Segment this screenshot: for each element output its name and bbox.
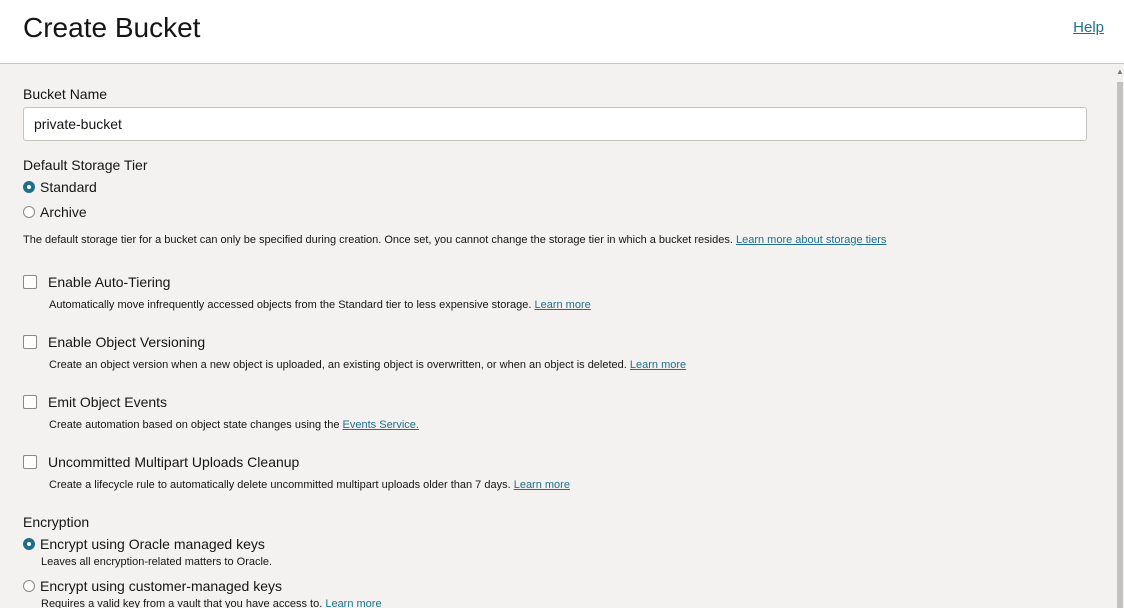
events-service-link[interactable]: Events Service. bbox=[343, 419, 419, 431]
encryption-oracle-keys-option[interactable]: Encrypt using Oracle managed keys bbox=[23, 536, 265, 552]
auto-tiering-checkbox[interactable] bbox=[23, 275, 37, 289]
object-versioning-checkbox[interactable] bbox=[23, 335, 37, 349]
object-events-help: Create automation based on object state … bbox=[49, 419, 419, 431]
radio-unchecked-icon[interactable] bbox=[23, 206, 35, 218]
multipart-cleanup-help: Create a lifecycle rule to automatically… bbox=[49, 479, 570, 491]
auto-tiering-help: Automatically move infrequently accessed… bbox=[49, 299, 591, 311]
object-versioning-help-text: Create an object version when a new obje… bbox=[49, 359, 627, 371]
encryption-label: Encryption bbox=[23, 514, 90, 530]
help-link[interactable]: Help bbox=[1073, 19, 1104, 36]
bucket-name-input[interactable] bbox=[23, 107, 1087, 141]
multipart-cleanup-help-text: Create a lifecycle rule to automatically… bbox=[49, 479, 511, 491]
object-events-label: Emit Object Events bbox=[48, 394, 168, 410]
bucket-name-label: Bucket Name bbox=[23, 86, 108, 102]
object-versioning-help: Create an object version when a new obje… bbox=[49, 359, 686, 371]
multipart-cleanup-label: Uncommitted Multipart Uploads Cleanup bbox=[48, 454, 300, 470]
multipart-cleanup-option[interactable]: Uncommitted Multipart Uploads Cleanup bbox=[23, 454, 299, 470]
encryption-customer-keys-label: Encrypt using customer-managed keys bbox=[40, 578, 282, 594]
storage-tier-archive-option[interactable]: Archive bbox=[23, 204, 87, 220]
encryption-oracle-keys-label: Encrypt using Oracle managed keys bbox=[40, 536, 265, 552]
object-events-option[interactable]: Emit Object Events bbox=[23, 394, 167, 410]
storage-tier-label: Default Storage Tier bbox=[23, 157, 148, 173]
auto-tiering-help-text: Automatically move infrequently accessed… bbox=[49, 299, 532, 311]
object-versioning-label: Enable Object Versioning bbox=[48, 334, 206, 350]
page-title: Create Bucket bbox=[23, 12, 201, 43]
scroll-up-arrow-icon[interactable]: ▲ bbox=[1116, 66, 1124, 78]
multipart-cleanup-learn-more-link[interactable]: Learn more bbox=[514, 479, 570, 491]
object-versioning-learn-more-link[interactable]: Learn more bbox=[630, 359, 686, 371]
encryption-customer-keys-learn-more-link[interactable]: Learn more bbox=[325, 598, 381, 608]
auto-tiering-option[interactable]: Enable Auto-Tiering bbox=[23, 274, 170, 290]
object-events-checkbox[interactable] bbox=[23, 395, 37, 409]
object-versioning-option[interactable]: Enable Object Versioning bbox=[23, 334, 205, 350]
storage-tier-archive-label: Archive bbox=[40, 204, 87, 220]
storage-tier-help-text: The default storage tier for a bucket ca… bbox=[23, 234, 733, 246]
radio-checked-icon[interactable] bbox=[23, 538, 35, 550]
scrollbar-thumb[interactable] bbox=[1117, 82, 1123, 608]
storage-tier-standard-option[interactable]: Standard bbox=[23, 179, 97, 195]
encryption-customer-keys-help-text: Requires a valid key from a vault that y… bbox=[41, 598, 323, 608]
storage-tier-help: The default storage tier for a bucket ca… bbox=[23, 234, 886, 246]
page-header: Create Bucket Help bbox=[0, 0, 1124, 64]
storage-tiers-learn-more-link[interactable]: Learn more about storage tiers bbox=[736, 234, 886, 246]
radio-checked-icon[interactable] bbox=[23, 181, 35, 193]
auto-tiering-learn-more-link[interactable]: Learn more bbox=[534, 299, 590, 311]
auto-tiering-label: Enable Auto-Tiering bbox=[48, 274, 171, 290]
multipart-cleanup-checkbox[interactable] bbox=[23, 455, 37, 469]
storage-tier-standard-label: Standard bbox=[40, 179, 97, 195]
encryption-oracle-keys-help: Leaves all encryption-related matters to… bbox=[41, 556, 273, 568]
object-events-help-text: Create automation based on object state … bbox=[49, 419, 340, 431]
encryption-customer-keys-help: Requires a valid key from a vault that y… bbox=[41, 598, 382, 608]
encryption-customer-keys-option[interactable]: Encrypt using customer-managed keys bbox=[23, 578, 282, 594]
radio-unchecked-icon[interactable] bbox=[23, 580, 35, 592]
